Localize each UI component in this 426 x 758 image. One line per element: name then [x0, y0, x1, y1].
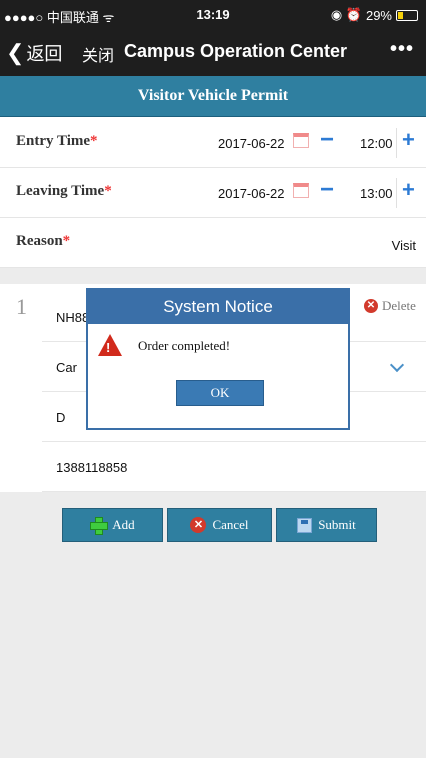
- warning-icon-mark: !: [106, 340, 111, 355]
- add-label: Add: [112, 517, 135, 532]
- cancel-button[interactable]: ✕ Cancel: [167, 508, 272, 542]
- phone-field[interactable]: 1388118858: [42, 442, 426, 492]
- plus-icon: [90, 517, 109, 535]
- required-mark: *: [90, 133, 98, 149]
- status-bar: ●●●●○ 中国联通 ᯤ 13:19 ◉ ⏰ 29%: [0, 0, 426, 28]
- entry-time-row: Entry Time* 2017-06-22 − 12:00 +: [0, 118, 426, 168]
- calendar-icon[interactable]: [293, 183, 309, 198]
- divider: [396, 178, 397, 208]
- leaving-time-label: Leaving Time*: [16, 183, 112, 200]
- driver-value: D: [56, 410, 66, 425]
- leaving-time-increment-button[interactable]: +: [402, 177, 415, 203]
- delete-icon: ✕: [364, 299, 378, 313]
- dialog-title: System Notice: [88, 290, 348, 324]
- required-mark: *: [62, 233, 71, 249]
- plate-value: NH88: [56, 310, 90, 325]
- vehicle-type-value: Car: [56, 360, 77, 375]
- submit-label: Submit: [318, 517, 356, 532]
- leaving-date-field[interactable]: 2017-06-22: [218, 186, 285, 201]
- more-button[interactable]: •••: [390, 38, 414, 61]
- entry-time-field[interactable]: 12:00: [360, 136, 393, 151]
- entry-time-label: Entry Time*: [16, 133, 98, 150]
- page-title: Campus Operation Center: [124, 41, 348, 61]
- back-button[interactable]: ❮ 返回: [6, 40, 62, 66]
- leaving-time-label-text: Leaving Time: [16, 183, 105, 199]
- nav-bar: ❮ 返回 关闭 Campus Operation Center •••: [0, 36, 426, 72]
- save-icon: [297, 517, 313, 533]
- chevron-left-icon: ❮: [6, 40, 25, 65]
- section-gap: [0, 268, 426, 284]
- leaving-time-row: Leaving Time* 2017-06-22 − 13:00 +: [0, 168, 426, 218]
- leaving-time-decrement-button[interactable]: −: [320, 176, 334, 204]
- system-notice-dialog: System Notice ! Order completed! OK: [86, 288, 350, 430]
- entry-time-label-text: Entry Time: [16, 133, 91, 149]
- entry-time-increment-button[interactable]: +: [402, 127, 415, 153]
- reason-row: Reason* Visit: [0, 218, 426, 268]
- reason-label-text: Reason: [16, 233, 63, 249]
- cancel-icon: ✕: [190, 517, 207, 533]
- status-icons: ◉ ⏰: [330, 7, 362, 22]
- delete-label: Delete: [382, 298, 416, 313]
- entry-time-decrement-button[interactable]: −: [320, 126, 334, 154]
- battery-percent: 29%: [365, 7, 392, 23]
- leaving-time-field[interactable]: 13:00: [360, 186, 393, 201]
- battery-icon: [396, 9, 418, 21]
- entry-date-field[interactable]: 2017-06-22: [218, 136, 285, 151]
- top-bar: ●●●●○ 中国联通 ᯤ 13:19 ◉ ⏰ 29% ❮ 返回 关闭 Campu…: [0, 0, 426, 81]
- phone-value: 1388118858: [56, 460, 128, 475]
- status-right: ◉ ⏰ 29%: [331, 7, 418, 23]
- submit-button[interactable]: Submit: [276, 508, 377, 542]
- close-button[interactable]: 关闭: [82, 42, 114, 66]
- required-mark: *: [104, 183, 112, 199]
- divider: [396, 128, 397, 158]
- form-header: Visitor Vehicle Permit: [0, 76, 426, 117]
- delete-button[interactable]: ✕ Delete: [364, 298, 416, 314]
- add-button[interactable]: Add: [62, 508, 163, 542]
- cancel-label: Cancel: [212, 517, 249, 532]
- reason-label: Reason*: [16, 233, 70, 250]
- battery-fill: [398, 11, 404, 19]
- reason-field[interactable]: Visit: [392, 238, 416, 253]
- dialog-message: Order completed!: [138, 338, 231, 353]
- back-label: 返回: [26, 44, 63, 64]
- vehicle-index: 1: [16, 294, 27, 319]
- ok-button[interactable]: OK: [176, 380, 264, 406]
- calendar-icon[interactable]: [293, 133, 309, 148]
